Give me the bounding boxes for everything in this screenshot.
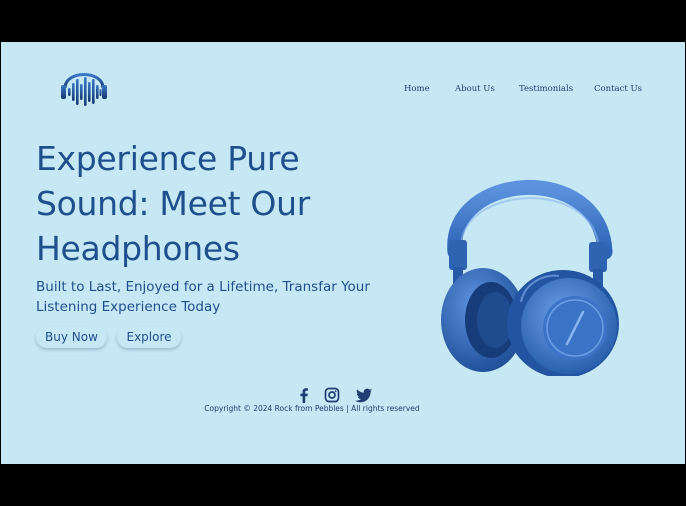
nav-home[interactable]: Home (404, 84, 430, 94)
hero-title-line: Sound: Meet Our (36, 184, 310, 223)
hero-subtitle-line: Built to Last, Enjoyed for a Lifetime, T… (36, 279, 370, 295)
nav-about-us[interactable]: About Us (455, 84, 495, 94)
hero-title-line: Experience Pure (36, 139, 300, 178)
buy-now-button[interactable]: Buy Now (36, 326, 107, 348)
hero-title: Experience Pure Sound: Meet Our Headphon… (36, 136, 376, 271)
landing-page: Home About Us Testimonials Contact Us Ex… (1, 42, 685, 464)
nav-testimonials[interactable]: Testimonials (519, 84, 573, 94)
copyright-text: Copyright © 2024 Rock from Pebbles | All… (204, 404, 420, 413)
nav-contact-us[interactable]: Contact Us (594, 84, 642, 94)
hero-title-line: Headphones (36, 229, 240, 268)
instagram-icon[interactable] (323, 387, 341, 403)
hero-subtitle-line: Listening Experience Today (36, 299, 221, 315)
headphones-product-image (433, 152, 619, 378)
hero-subtitle: Built to Last, Enjoyed for a Lifetime, T… (36, 277, 376, 317)
main-nav: Home About Us Testimonials Contact Us (1, 84, 685, 100)
twitter-icon[interactable] (355, 387, 373, 403)
explore-button[interactable]: Explore (117, 326, 181, 348)
facebook-icon[interactable] (295, 387, 313, 403)
